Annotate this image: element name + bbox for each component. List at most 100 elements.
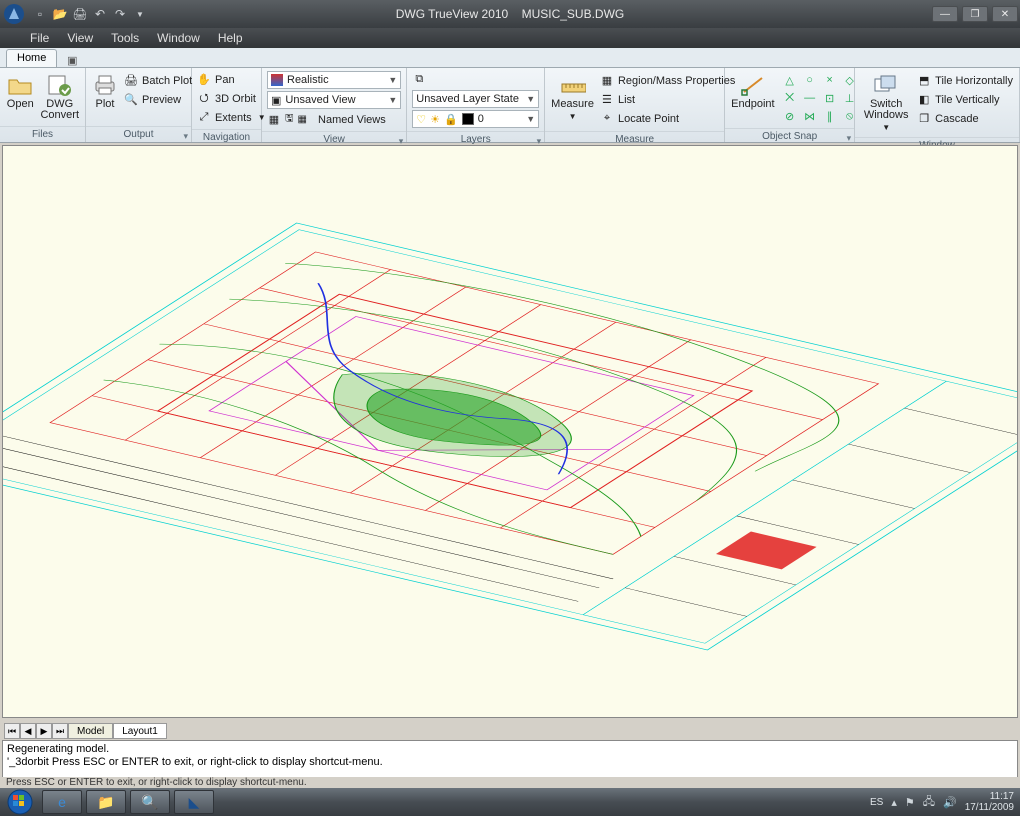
locate-point-icon: ⌖ [600, 112, 614, 126]
tray-volume-icon[interactable]: 🔊 [943, 796, 957, 809]
close-button[interactable]: ✕ [992, 6, 1018, 22]
qat-undo-icon[interactable]: ↶ [92, 6, 108, 22]
trueview-icon: ◣ [189, 794, 200, 811]
qat-redo-icon[interactable]: ↷ [112, 6, 128, 22]
tab-home[interactable]: Home [6, 49, 57, 67]
osnap-intersection-icon[interactable]: ⨉ [781, 90, 799, 106]
drawing-content [3, 146, 1017, 717]
layout-next-button[interactable]: ▶ [36, 723, 52, 739]
saved-view-value: Unsaved View [285, 94, 355, 106]
pan-label: Pan [215, 74, 235, 86]
region-mass-button[interactable]: ▦Region/Mass Properties [600, 72, 735, 89]
output-expand-icon[interactable]: ▾ [183, 129, 188, 144]
tab-model[interactable]: Model [68, 723, 113, 739]
list-button[interactable]: ☰List [600, 91, 735, 108]
named-views-icon: ▦ [267, 113, 281, 127]
menu-window[interactable]: Window [157, 31, 200, 45]
qat-plot-icon[interactable]: 🖨 [72, 6, 88, 22]
list-label: List [618, 94, 635, 106]
taskbar-ie-button[interactable]: e [42, 790, 82, 814]
locate-point-button[interactable]: ⌖ Locate Point [600, 110, 735, 127]
tile-horizontally-button[interactable]: ⬒ Tile Horizontally [917, 72, 1013, 89]
panel-navigation-label: Navigation [192, 129, 261, 145]
orbit-button[interactable]: ⭯3D Orbit [197, 90, 266, 107]
tray-language[interactable]: ES [870, 797, 883, 808]
drawing-canvas[interactable] [2, 145, 1018, 718]
layout-prev-button[interactable]: ◀ [20, 723, 36, 739]
qat-open-icon[interactable]: 📂 [52, 6, 68, 22]
preview-icon: 🔍 [124, 93, 138, 107]
layer-dropdown[interactable]: ♡ ☀ 🔒 0 ▼ [412, 110, 539, 128]
endpoint-label: Endpoint [731, 99, 774, 110]
taskbar-explorer-button[interactable]: 📁 [86, 790, 126, 814]
endpoint-button[interactable]: Endpoint [731, 72, 774, 110]
minimize-button[interactable]: — [932, 6, 958, 22]
panel-layers-label: Layers [461, 134, 491, 145]
panel-view-label: View [323, 134, 345, 145]
start-button[interactable] [0, 788, 40, 816]
ruler-icon [560, 72, 586, 98]
chevron-down-icon: ▼ [882, 122, 890, 133]
osnap-node-icon[interactable]: × [821, 72, 839, 88]
osnap-tangent-icon[interactable]: ⊘ [781, 108, 799, 124]
orbit-icon: ⭯ [197, 92, 211, 106]
panel-output-label: Output [123, 129, 153, 140]
qat-dropdown-icon[interactable]: ▼ [132, 6, 148, 22]
osnap-parallel-icon[interactable]: ∥ [821, 108, 839, 124]
menu-file[interactable]: File [30, 31, 49, 45]
tab-layout1[interactable]: Layout1 [113, 723, 167, 739]
osnap-center-icon[interactable]: ○ [801, 72, 819, 88]
app-icon[interactable] [0, 0, 28, 28]
cascade-button[interactable]: ❐Cascade [917, 110, 1013, 127]
tab-collapse-icon[interactable]: ▣ [63, 53, 81, 67]
batch-plot-button[interactable]: 🖨Batch Plot [124, 72, 192, 89]
tile-h-icon: ⬒ [917, 74, 931, 88]
ribbon-tab-row: Home ▣ [0, 48, 1020, 68]
switch-windows-label: Switch Windows [861, 99, 911, 121]
pan-button[interactable]: ✋Pan [197, 71, 266, 88]
panel-files-label: Files [0, 126, 85, 142]
saved-view-dropdown[interactable]: ▣Unsaved View▼ [267, 91, 401, 109]
layout-first-button[interactable]: ⏮ [4, 723, 20, 739]
tray-clock[interactable]: 11:17 17/11/2009 [965, 791, 1014, 813]
switch-windows-button[interactable]: Switch Windows▼ [861, 72, 911, 133]
tile-vertically-button[interactable]: ◧Tile Vertically [917, 91, 1013, 108]
osnap-extension-icon[interactable]: — [801, 90, 819, 106]
title-bar: ▫ 📂 🖨 ↶ ↷ ▼ DWG TrueView 2010 MUSIC_SUB.… [0, 0, 1020, 28]
taskbar-trueview-button[interactable]: ◣ [174, 790, 214, 814]
osnap-nearest-icon[interactable]: ⋈ [801, 108, 819, 124]
taskbar-magnifier-button[interactable]: 🔍 [130, 790, 170, 814]
qat-new-icon[interactable]: ▫ [32, 6, 48, 22]
tray-flag-icon[interactable]: ⚑ [905, 796, 915, 809]
preview-label: Preview [142, 94, 181, 106]
layout-last-button[interactable]: ⏭ [52, 723, 68, 739]
maximize-button[interactable]: ❐ [962, 6, 988, 22]
ribbon: Open DWG Convert Files Plot 🖨Batch Plot … [0, 68, 1020, 143]
tile-h-label: Tile Horizontally [935, 75, 1013, 87]
open-button[interactable]: Open [6, 72, 34, 110]
osnap-insertion-icon[interactable]: ⊡ [821, 90, 839, 106]
osnap-expand-icon[interactable]: ▾ [847, 131, 852, 146]
plot-button[interactable]: Plot [92, 72, 118, 110]
menu-help[interactable]: Help [218, 31, 243, 45]
measure-label: Measure [551, 99, 594, 110]
menu-view[interactable]: View [67, 31, 93, 45]
batch-plot-icon: 🖨 [124, 74, 138, 88]
osnap-midpoint-icon[interactable]: △ [781, 72, 799, 88]
layer-state-button[interactable]: ⧉ [412, 71, 539, 88]
chevron-down-icon: ▼ [388, 95, 397, 105]
measure-button[interactable]: Measure▼ [551, 72, 594, 122]
locate-point-label: Locate Point [618, 113, 679, 125]
named-views-button[interactable]: ▦🖫▦ Named Views [267, 111, 401, 128]
command-window[interactable]: Regenerating model. '_3dorbit Press ESC … [2, 740, 1018, 778]
preview-button[interactable]: 🔍 Preview [124, 91, 192, 108]
layer-state-dropdown[interactable]: Unsaved Layer State▼ [412, 90, 539, 108]
extents-button[interactable]: ⤢Extents▼ [197, 109, 266, 126]
tray-chevron-icon[interactable]: ▴ [891, 796, 897, 809]
dwg-convert-button[interactable]: DWG Convert [40, 72, 79, 121]
osnap-grid: △○×◇ ⨉—⊡⊥ ⊘⋈∥⦸ [781, 72, 859, 124]
menu-tools[interactable]: Tools [111, 31, 139, 45]
visual-style-dropdown[interactable]: Realistic▼ [267, 71, 401, 89]
printer-icon [92, 72, 118, 98]
tray-network-icon[interactable]: 🖧 [923, 793, 935, 812]
